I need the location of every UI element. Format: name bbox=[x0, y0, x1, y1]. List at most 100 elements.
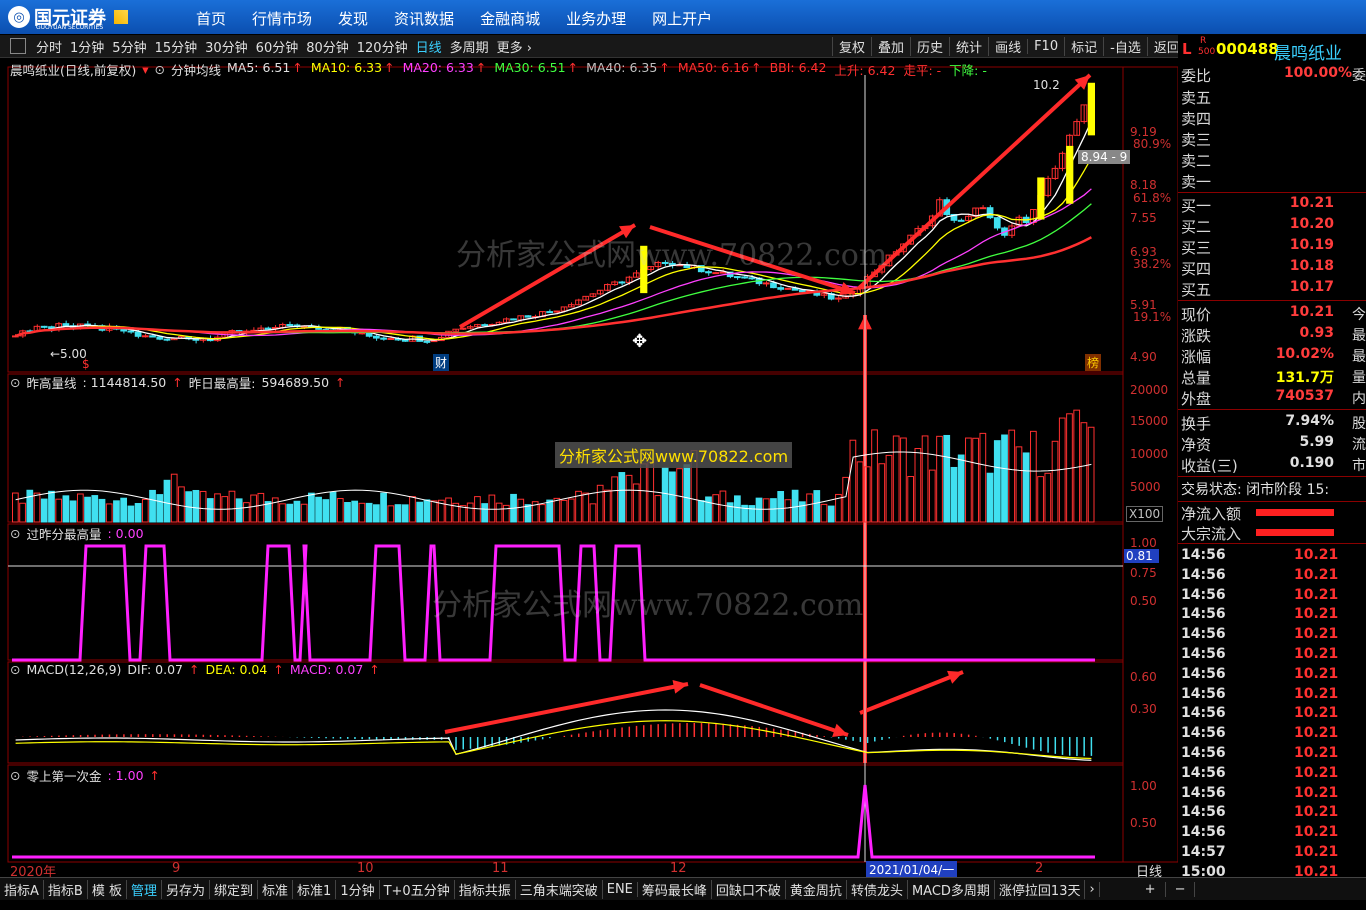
tick-time: 14:56 bbox=[1181, 764, 1226, 781]
top-nav-item[interactable]: 资讯数据 bbox=[394, 8, 454, 29]
volume-bar bbox=[336, 498, 344, 523]
indicator-tab[interactable]: 指标共振 bbox=[455, 879, 516, 899]
layout-icon[interactable] bbox=[10, 38, 26, 54]
y-tick-label: 38.2% bbox=[1133, 257, 1172, 271]
volume-bar bbox=[632, 483, 640, 523]
period-tab[interactable]: 30分钟 bbox=[201, 37, 252, 56]
period-tab[interactable]: 15分钟 bbox=[151, 37, 202, 56]
tool-button[interactable]: 标记 bbox=[1064, 36, 1103, 56]
top-nav-item[interactable]: 网上开户 bbox=[652, 8, 712, 29]
period-tab[interactable]: 5分钟 bbox=[108, 37, 150, 56]
indicator-tab[interactable]: 绑定到 bbox=[210, 879, 259, 899]
indicator-tab[interactable]: 筹码最长峰 bbox=[638, 879, 712, 899]
settings-icon[interactable]: ⊙ bbox=[10, 526, 20, 541]
move-cursor-icon: ✥ bbox=[632, 331, 647, 352]
tick-row: 14:56 10.21 bbox=[1178, 666, 1366, 686]
tick-price: 10.21 bbox=[1294, 844, 1339, 860]
period-tab[interactable]: 120分钟 bbox=[353, 37, 412, 56]
period-tab[interactable]: 更多 › bbox=[493, 37, 536, 56]
indicator-tab[interactable]: 三角末端突破 bbox=[516, 879, 603, 899]
arrow-up-icon: ↑ bbox=[335, 375, 346, 390]
indicator-tab[interactable]: 标准1 bbox=[293, 879, 337, 899]
indicator-tab[interactable]: 涨停拉回13天 bbox=[995, 879, 1086, 899]
p5-panel-title: 零上第一次金 bbox=[26, 769, 102, 784]
volume-bar bbox=[856, 461, 864, 523]
settings-icon[interactable]: ⊙ bbox=[10, 662, 20, 677]
indicator-tab[interactable]: MACD多周期 bbox=[908, 879, 995, 899]
top-nav-item[interactable]: 金融商城 bbox=[480, 8, 540, 29]
settings-icon[interactable]: ⊙ bbox=[10, 375, 20, 390]
candle-body bbox=[373, 335, 380, 339]
indicator-tab[interactable]: − bbox=[1166, 881, 1196, 897]
top-nav-item[interactable]: 行情市场 bbox=[252, 8, 312, 29]
indicator-tab[interactable]: ENE bbox=[603, 881, 638, 897]
tool-button[interactable]: -自选 bbox=[1103, 36, 1147, 56]
y-tick-label: 0.81 bbox=[1124, 549, 1159, 563]
volume-bar bbox=[755, 497, 763, 523]
period-tab[interactable]: 日线 bbox=[412, 37, 446, 56]
sell-row: 卖五 bbox=[1178, 87, 1366, 107]
tool-button[interactable]: 统计 bbox=[949, 36, 988, 56]
indicator-tab[interactable]: 回缺口不破 bbox=[712, 879, 786, 899]
volume-bar bbox=[199, 490, 207, 523]
volume-bar bbox=[1087, 426, 1095, 523]
volume-bar bbox=[286, 503, 294, 523]
indicator-tab[interactable]: T+0五分钟 bbox=[380, 879, 455, 899]
candle-body bbox=[156, 336, 164, 340]
top-nav-item[interactable]: 业务办理 bbox=[566, 8, 626, 29]
volume-bar bbox=[849, 439, 857, 523]
top-nav-item[interactable]: 发现 bbox=[338, 8, 368, 29]
p3-panel-value: : 0.00 bbox=[107, 526, 144, 541]
divider bbox=[1178, 476, 1366, 477]
tool-button[interactable]: 复权 bbox=[832, 36, 871, 56]
period-tab[interactable]: 1分钟 bbox=[66, 37, 108, 56]
x-tick-label: 12 bbox=[670, 861, 687, 876]
macd-panel-title: MACD(12,26,9) bbox=[26, 662, 122, 677]
p5-panel-value: : 1.00 bbox=[107, 768, 144, 783]
settings-icon[interactable]: ⊙ bbox=[155, 62, 165, 77]
candle-body bbox=[784, 287, 792, 290]
volume-bar bbox=[76, 493, 84, 523]
y-tick-label: 0.75 bbox=[1130, 566, 1157, 580]
indicator-tab[interactable]: 指标A bbox=[0, 879, 44, 899]
period-tab[interactable]: 多周期 bbox=[446, 37, 493, 56]
stat-value: 0.93 bbox=[1299, 325, 1334, 341]
volume-bar bbox=[748, 505, 756, 523]
indicator-tab[interactable]: 1分钟 bbox=[336, 879, 380, 899]
indicator-tab[interactable]: 另存为 bbox=[162, 879, 210, 899]
tick-time: 14:56 bbox=[1181, 665, 1226, 682]
period-tab[interactable]: 60分钟 bbox=[252, 37, 303, 56]
volume-bar bbox=[409, 496, 416, 523]
indicator-tab[interactable]: 管理 bbox=[127, 879, 162, 899]
top-nav-item[interactable]: 首页 bbox=[196, 8, 226, 29]
tool-button[interactable]: 叠加 bbox=[871, 36, 910, 56]
indicator-tab[interactable]: + bbox=[1136, 881, 1166, 897]
indicator-tab[interactable]: 转债龙头 bbox=[847, 879, 908, 899]
buy-row: 买二 10.20 bbox=[1178, 216, 1366, 236]
ma-label: MA30: 6.51 bbox=[494, 60, 566, 75]
buy-label: 买一 bbox=[1181, 197, 1212, 215]
indicator-tab[interactable]: 标准 bbox=[258, 879, 294, 899]
tool-button[interactable]: F10 bbox=[1027, 38, 1064, 54]
settings-icon[interactable]: ⊙ bbox=[10, 768, 20, 783]
volume-bar bbox=[965, 437, 972, 523]
stat2-extra: 市 bbox=[1352, 458, 1366, 474]
signal-bar bbox=[1037, 177, 1045, 220]
candle-body bbox=[401, 339, 409, 342]
volume-bar bbox=[972, 437, 979, 523]
vol-panel-value2: 594689.50 bbox=[261, 375, 330, 390]
volume-bar bbox=[1022, 452, 1030, 523]
flow-label: 净流入额 bbox=[1181, 505, 1242, 523]
indicator-tab[interactable]: 模 板 bbox=[88, 879, 127, 899]
period-tab[interactable]: 分时 bbox=[32, 37, 66, 56]
tool-button[interactable]: 画线 bbox=[988, 36, 1027, 56]
volume-bar bbox=[141, 498, 149, 523]
indicator-tab[interactable]: 黄金周抗 bbox=[786, 879, 847, 899]
volume-bar bbox=[214, 493, 221, 523]
tool-button[interactable]: 历史 bbox=[910, 36, 949, 56]
indicator-tab[interactable]: 指标B bbox=[44, 879, 88, 899]
period-tab[interactable]: 80分钟 bbox=[302, 37, 353, 56]
indicator-tab[interactable]: › bbox=[1085, 881, 1100, 897]
signal-bar bbox=[1087, 82, 1095, 136]
ma-label: BBI: 6.42 bbox=[769, 60, 827, 75]
